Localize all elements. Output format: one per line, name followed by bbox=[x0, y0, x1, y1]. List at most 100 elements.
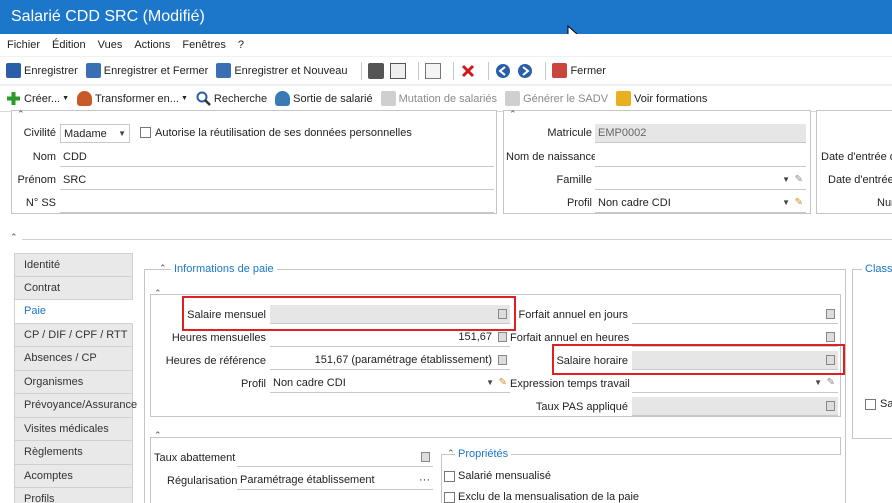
matricule-label: Matricule bbox=[547, 127, 592, 139]
civilite-select[interactable]: Madame ▼ bbox=[60, 124, 130, 143]
highlight-salaire-mensuel bbox=[182, 296, 516, 331]
toolbar-separator bbox=[488, 61, 490, 80]
matricule-input[interactable]: EMP0002 bbox=[595, 124, 806, 143]
salarie-mensualise-label: Salarié mensualisé bbox=[458, 470, 551, 482]
right-panel-checkbox[interactable] bbox=[865, 399, 876, 410]
taux-abattement-input[interactable] bbox=[237, 448, 433, 467]
chevron-down-icon: ▼ bbox=[118, 129, 126, 138]
tab-visites-medicales[interactable]: Visites médicales bbox=[14, 417, 133, 441]
regularisation-select[interactable]: Paramétrage établissement ··· bbox=[237, 471, 433, 490]
famille-select[interactable]: ▼ ✎ bbox=[595, 171, 806, 190]
toolbar-separator bbox=[418, 61, 420, 80]
menu-help[interactable]: ? bbox=[238, 39, 244, 51]
generate-sadv-button[interactable]: Générer le SADV bbox=[505, 91, 608, 106]
tab-prevoyance[interactable]: Prévoyance/Assurance bbox=[14, 394, 137, 418]
mutation-icon bbox=[380, 91, 396, 106]
tab-contrat[interactable]: Contrat bbox=[14, 276, 133, 300]
calculator-icon[interactable] bbox=[498, 355, 507, 365]
transform-button[interactable]: Transformer en... ▼ bbox=[77, 91, 188, 106]
tab-acomptes[interactable]: Acomptes bbox=[14, 464, 133, 488]
nss-label: N° SS bbox=[25, 197, 56, 209]
create-button[interactable]: Créer... ▼ bbox=[6, 91, 69, 106]
edit-pencil-icon[interactable]: ✎ bbox=[795, 171, 803, 189]
date-entree-2-label: Date d'entrée bbox=[828, 174, 892, 186]
prenom-input[interactable]: SRC bbox=[60, 171, 494, 190]
expression-temps-select[interactable]: ▼ ✎ bbox=[632, 374, 838, 393]
collapse-icon[interactable]: ⌃ bbox=[159, 263, 167, 274]
pay-profil-select[interactable]: Non cadre CDI ▼ ✎ bbox=[270, 374, 510, 393]
autorise-checkbox[interactable] bbox=[140, 127, 151, 138]
collapse-icon[interactable]: ⌃ bbox=[154, 430, 162, 441]
menu-fichier[interactable]: Fichier bbox=[7, 39, 40, 51]
menu-bar: Fichier Édition Vues Actions Fenêtres ? bbox=[0, 34, 892, 56]
calculator-icon[interactable] bbox=[826, 332, 835, 342]
main-toolbar: Enregistrer Enregistrer et Fermer Enregi… bbox=[0, 57, 892, 84]
edit-pencil-icon[interactable]: ✎ bbox=[499, 374, 507, 392]
tab-identite[interactable]: Identité bbox=[14, 253, 133, 277]
salarie-mensualise-checkbox[interactable] bbox=[444, 471, 455, 482]
collapse-icon[interactable]: ⌃ bbox=[509, 109, 517, 120]
view-trainings-button[interactable]: Voir formations bbox=[616, 91, 707, 106]
calculator-icon[interactable] bbox=[498, 332, 507, 342]
save-close-icon bbox=[85, 63, 101, 78]
save-new-button[interactable]: Enregistrer et Nouveau bbox=[216, 63, 347, 78]
nom-naissance-label: Nom de naissance bbox=[506, 151, 598, 163]
tab-reglements[interactable]: Règlements bbox=[14, 441, 133, 465]
famille-label: Famille bbox=[556, 174, 592, 186]
tab-cp-dif-cpf-rtt[interactable]: CP / DIF / CPF / RTT bbox=[14, 323, 133, 347]
pay-info-title: Informations de paie bbox=[171, 263, 277, 275]
delete-icon[interactable] bbox=[460, 63, 476, 79]
print-preview-icon[interactable] bbox=[390, 62, 407, 79]
collapse-icon[interactable]: ⌃ bbox=[17, 109, 25, 120]
heures-reference-label: Heures de référence bbox=[165, 355, 266, 367]
identity-group: ⌃ Civilité Madame ▼ Autorise la réutilis… bbox=[11, 109, 497, 214]
menu-edition[interactable]: Édition bbox=[52, 39, 86, 51]
ellipsis-icon[interactable]: ··· bbox=[419, 471, 430, 489]
properties-title: Propriétés bbox=[455, 448, 512, 460]
autorise-label: Autorise la réutilisation de ses données… bbox=[155, 127, 412, 139]
edit-pencil-icon[interactable]: ✎ bbox=[795, 194, 803, 212]
save-close-button[interactable]: Enregistrer et Fermer bbox=[85, 63, 208, 78]
collapse-icon[interactable]: ⌃ bbox=[154, 288, 162, 299]
menu-vues[interactable]: Vues bbox=[98, 39, 123, 51]
search-button[interactable]: Recherche bbox=[196, 91, 267, 106]
forfait-jours-input[interactable] bbox=[632, 305, 838, 324]
menu-fenetres[interactable]: Fenêtres bbox=[182, 39, 225, 51]
collapse-icon[interactable]: ⌃ bbox=[10, 232, 18, 243]
exclu-mensualisation-label: Exclu de la mensualisation de la paie bbox=[458, 491, 640, 503]
edit-pencil-icon[interactable]: ✎ bbox=[827, 374, 835, 392]
tab-profils[interactable]: Profils bbox=[14, 488, 133, 503]
tab-organismes[interactable]: Organismes bbox=[14, 370, 133, 394]
calculator-icon[interactable] bbox=[826, 309, 835, 319]
print-icon[interactable] bbox=[368, 62, 385, 79]
nom-naissance-input[interactable] bbox=[595, 148, 806, 167]
profil-select[interactable]: Non cadre CDI ▼ ✎ bbox=[595, 194, 806, 213]
prenom-label: Prénom bbox=[17, 174, 56, 186]
tab-paie[interactable]: Paie bbox=[14, 300, 133, 324]
collapse-icon[interactable]: ⌃ bbox=[447, 448, 455, 459]
mutation-button[interactable]: Mutation de salariés bbox=[380, 91, 497, 106]
chevron-down-icon: ▼ bbox=[782, 198, 790, 207]
next-icon[interactable] bbox=[517, 63, 533, 79]
tab-absences-cp[interactable]: Absences / CP bbox=[14, 347, 133, 371]
taux-abattement-label: Taux abattement bbox=[154, 452, 236, 464]
save-button[interactable]: Enregistrer bbox=[6, 63, 78, 78]
nom-input[interactable]: CDD bbox=[60, 148, 494, 167]
close-button[interactable]: Fermer bbox=[552, 63, 606, 78]
nss-input[interactable] bbox=[60, 194, 494, 213]
civilite-label: Civilité bbox=[23, 127, 56, 139]
forfait-heures-label: Forfait annuel en heures bbox=[510, 332, 630, 344]
exit-employee-button[interactable]: Sortie de salarié bbox=[275, 91, 373, 106]
calculator-icon[interactable] bbox=[826, 401, 835, 411]
menu-actions[interactable]: Actions bbox=[134, 39, 170, 51]
calculator-icon[interactable] bbox=[421, 452, 430, 462]
exclu-mensualisation-checkbox[interactable] bbox=[444, 492, 455, 503]
taux-pas-label: Taux PAS appliqué bbox=[535, 401, 628, 413]
previous-icon[interactable] bbox=[495, 63, 511, 79]
taux-pas-input[interactable] bbox=[632, 397, 838, 416]
chevron-down-icon: ▼ bbox=[486, 378, 494, 387]
copy-icon[interactable] bbox=[425, 62, 442, 79]
toolbar-separator bbox=[361, 61, 363, 80]
heures-reference-input[interactable]: 151,67 (paramétrage établissement) bbox=[270, 351, 510, 370]
search-icon bbox=[196, 91, 211, 106]
